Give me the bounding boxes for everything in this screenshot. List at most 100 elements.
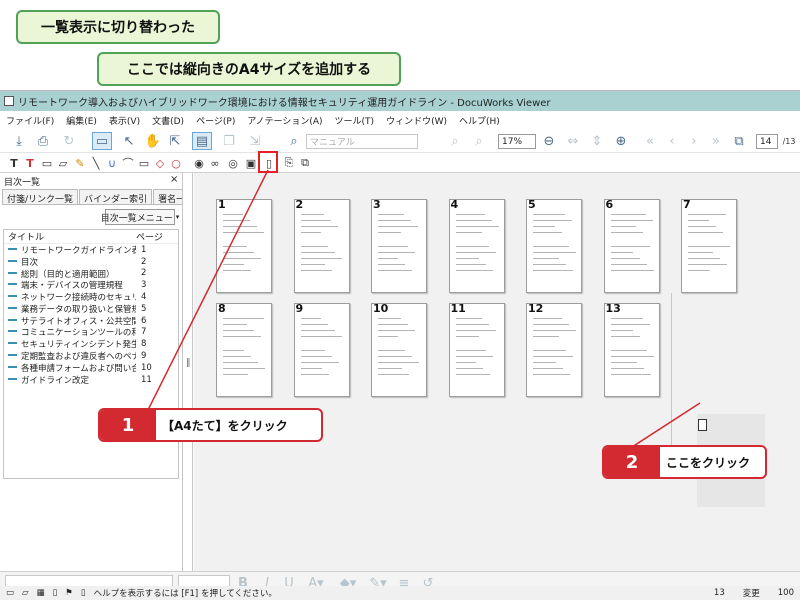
page-thumbnail[interactable]: 4 bbox=[448, 198, 505, 293]
zoom-select[interactable]: 17% bbox=[498, 134, 536, 149]
link-icon[interactable]: ∞ bbox=[208, 154, 222, 172]
date-stamp-icon[interactable]: ◉ bbox=[192, 154, 206, 172]
thumbnail-text-line bbox=[378, 318, 401, 319]
menu-document[interactable]: 文書(D) bbox=[152, 114, 184, 127]
toc-item[interactable]: セキュリティインシデント発生時の初… 8 bbox=[4, 338, 178, 350]
ellipse-icon[interactable]: ○ bbox=[170, 154, 182, 172]
toc-item[interactable]: 各種申請フォームおよび問い合わせ先 10 bbox=[4, 362, 178, 374]
menu-tools[interactable]: ツール(T) bbox=[335, 114, 375, 127]
page-thumbnail[interactable]: 9 bbox=[293, 302, 350, 397]
tab-binder-index[interactable]: バインダー索引 bbox=[79, 189, 153, 204]
tab-signatures[interactable]: 署名一覧 bbox=[153, 189, 182, 204]
thumbnail-text-line bbox=[223, 258, 261, 259]
text-annotation-icon[interactable]: T bbox=[8, 154, 20, 172]
print-icon[interactable]: ⎙ bbox=[34, 132, 52, 150]
arc-icon[interactable]: ∪ bbox=[106, 154, 118, 172]
page-thumbnail[interactable]: 8 bbox=[216, 302, 272, 397]
fit-page-icon[interactable]: ⇕ bbox=[588, 132, 606, 150]
ocr-icon[interactable]: ▣ bbox=[244, 154, 258, 172]
insert-page-icon[interactable]: ⎘ bbox=[282, 154, 296, 172]
toc-item[interactable]: 定期監査および違反者へのペナルティ 9 bbox=[4, 350, 178, 362]
status-help-text: ヘルプを表示するには [F1] を押してください。 bbox=[93, 589, 277, 599]
first-page-icon[interactable]: « bbox=[642, 132, 658, 150]
annotation-toolbar: T T ▭ ▱ ✎ ╲ ∪ ⌒ ▭ ◇ ○ ◉ ∞ ◎ ▣ ▯ ⎘ ⧉ bbox=[0, 153, 800, 173]
annotation-select-icon[interactable]: ⇱ bbox=[166, 132, 184, 150]
search-next-icon[interactable]: ⌕ bbox=[470, 132, 488, 150]
page-view-icon[interactable]: ⧉ bbox=[730, 132, 748, 150]
page-list-icon[interactable]: ▤ bbox=[192, 132, 212, 150]
page-thumbnail[interactable]: 11 bbox=[448, 302, 505, 397]
search-icon[interactable]: ⌕ bbox=[286, 132, 302, 150]
toc-item[interactable]: 目次 2 bbox=[4, 256, 178, 268]
freehand-icon[interactable]: ⌒ bbox=[122, 154, 134, 172]
thumbnail-text-line bbox=[455, 362, 476, 363]
select-tool-icon[interactable]: ↖ bbox=[120, 132, 138, 150]
thumbnail-text-line bbox=[300, 324, 328, 325]
zoom-out-icon[interactable]: ⊖ bbox=[540, 132, 558, 150]
pane-close-button[interactable]: × bbox=[170, 174, 178, 185]
page-thumbnail[interactable]: 1 bbox=[216, 198, 272, 293]
toc-item-title: 定期監査および違反者へのペナルティ bbox=[4, 350, 136, 362]
page-thumbnail[interactable]: 3 bbox=[371, 198, 427, 293]
export-icon[interactable]: ⇲ bbox=[244, 132, 266, 150]
menu-page[interactable]: ページ(P) bbox=[196, 114, 235, 127]
marker-icon[interactable]: ▭ bbox=[40, 154, 54, 172]
pane-splitter[interactable]: ‖ bbox=[184, 173, 193, 571]
thumbnail-text-line bbox=[455, 246, 489, 247]
rotate-icon[interactable]: ↻ bbox=[60, 132, 78, 150]
text-red-icon[interactable]: T bbox=[24, 154, 36, 172]
toc-item[interactable]: リモートワークガイドライン表紙 1 bbox=[4, 244, 178, 256]
thumbnail-view-icon[interactable]: ▭ bbox=[92, 132, 112, 150]
page-thumbnail[interactable]: 2 bbox=[293, 198, 350, 293]
search-input[interactable]: マニュアル bbox=[306, 134, 418, 149]
toc-item-page: 11 bbox=[141, 374, 152, 385]
save-icon[interactable]: ⤓ bbox=[10, 132, 28, 150]
toc-menu-button[interactable]: 目次一覧メニュー ▾ bbox=[101, 209, 179, 225]
menu-annotation[interactable]: アノテーション(A) bbox=[247, 114, 322, 127]
status-bar: ▭ ▱ ▦ ▯ ⚑ ▯ ヘルプを表示するには [F1] を押してください。 13… bbox=[0, 586, 800, 600]
thumbnail-text-line bbox=[300, 252, 335, 253]
thumbnail-text-line bbox=[378, 350, 405, 351]
toc-item[interactable]: ネットワーク接続時のセキュリティルール 4 bbox=[4, 291, 178, 303]
seal-icon[interactable]: ◎ bbox=[226, 154, 240, 172]
menu-edit[interactable]: 編集(E) bbox=[66, 114, 97, 127]
pen-icon[interactable]: ✎ bbox=[74, 154, 86, 172]
search-prev-icon[interactable]: ⌕ bbox=[446, 132, 464, 150]
next-page-icon[interactable]: › bbox=[686, 132, 702, 150]
toc-item-page: 6 bbox=[141, 315, 147, 326]
page-thumbnail[interactable]: 12 bbox=[526, 302, 582, 397]
toc-item[interactable]: 業務データの取り扱いと保管規程 5 bbox=[4, 303, 178, 315]
page-thumbnail[interactable]: 13 bbox=[603, 302, 660, 397]
page-number-input[interactable]: 14 bbox=[756, 134, 778, 149]
highlighter-icon[interactable]: ▱ bbox=[56, 154, 70, 172]
stamp-icon[interactable]: ◇ bbox=[154, 154, 166, 172]
menu-file[interactable]: ファイル(F) bbox=[6, 114, 54, 127]
toc-item[interactable]: ガイドライン改定 11 bbox=[4, 374, 178, 386]
hand-tool-icon[interactable]: ✋ bbox=[144, 132, 162, 150]
toc-item[interactable]: コミュニケーションツールの利用制限 7 bbox=[4, 327, 178, 338]
thumbnail-text-line bbox=[688, 258, 720, 259]
page-thumbnail[interactable]: 10 bbox=[371, 302, 427, 397]
page-thumbnail[interactable]: 5 bbox=[526, 198, 582, 293]
zoom-in-icon[interactable]: ⊕ bbox=[612, 132, 630, 150]
toc-item-label: 端末・デバイスの管理規程 bbox=[21, 281, 123, 292]
sticky-note-icon[interactable]: ⧉ bbox=[298, 154, 312, 172]
toc-item[interactable]: 端末・デバイスの管理規程 3 bbox=[4, 279, 178, 291]
page-thumbnail[interactable]: 6 bbox=[603, 198, 660, 293]
toc-item[interactable]: サテライトオフィス・公共空間での業… 6 bbox=[4, 315, 178, 327]
page-thumbnail[interactable]: 7 bbox=[681, 198, 737, 293]
line-icon[interactable]: ╲ bbox=[90, 154, 102, 172]
splitter-grip-icon: ‖ bbox=[186, 358, 191, 368]
copy-page-icon[interactable]: ❐ bbox=[220, 132, 238, 150]
thumbnail-text-line bbox=[223, 318, 264, 319]
prev-page-icon[interactable]: ‹ bbox=[664, 132, 680, 150]
last-page-icon[interactable]: » bbox=[708, 132, 724, 150]
toc-item-label: ネットワーク接続時のセキュリティルール bbox=[21, 293, 136, 304]
shape-icon[interactable]: ▭ bbox=[138, 154, 150, 172]
fit-width-icon[interactable]: ⇔ bbox=[564, 132, 582, 150]
menu-view[interactable]: 表示(V) bbox=[109, 114, 140, 127]
menu-help[interactable]: ヘルプ(H) bbox=[459, 114, 500, 127]
toc-item[interactable]: 総則（目的と適用範囲） 2 bbox=[4, 268, 178, 280]
tab-sticky-links[interactable]: 付箋/リンク一覧 bbox=[2, 189, 79, 204]
menu-window[interactable]: ウィンドウ(W) bbox=[386, 114, 447, 127]
